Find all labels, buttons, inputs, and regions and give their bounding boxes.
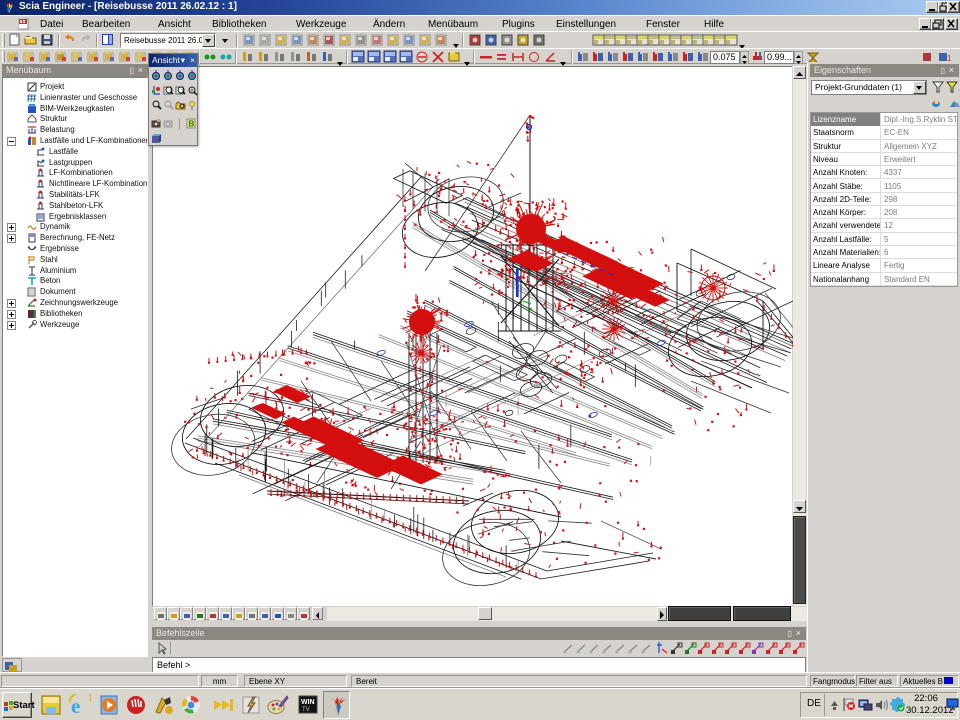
svg-text:WIN: WIN: [301, 699, 315, 706]
svg-text:B: B: [189, 120, 195, 129]
svg-text:TV: TV: [302, 707, 310, 713]
